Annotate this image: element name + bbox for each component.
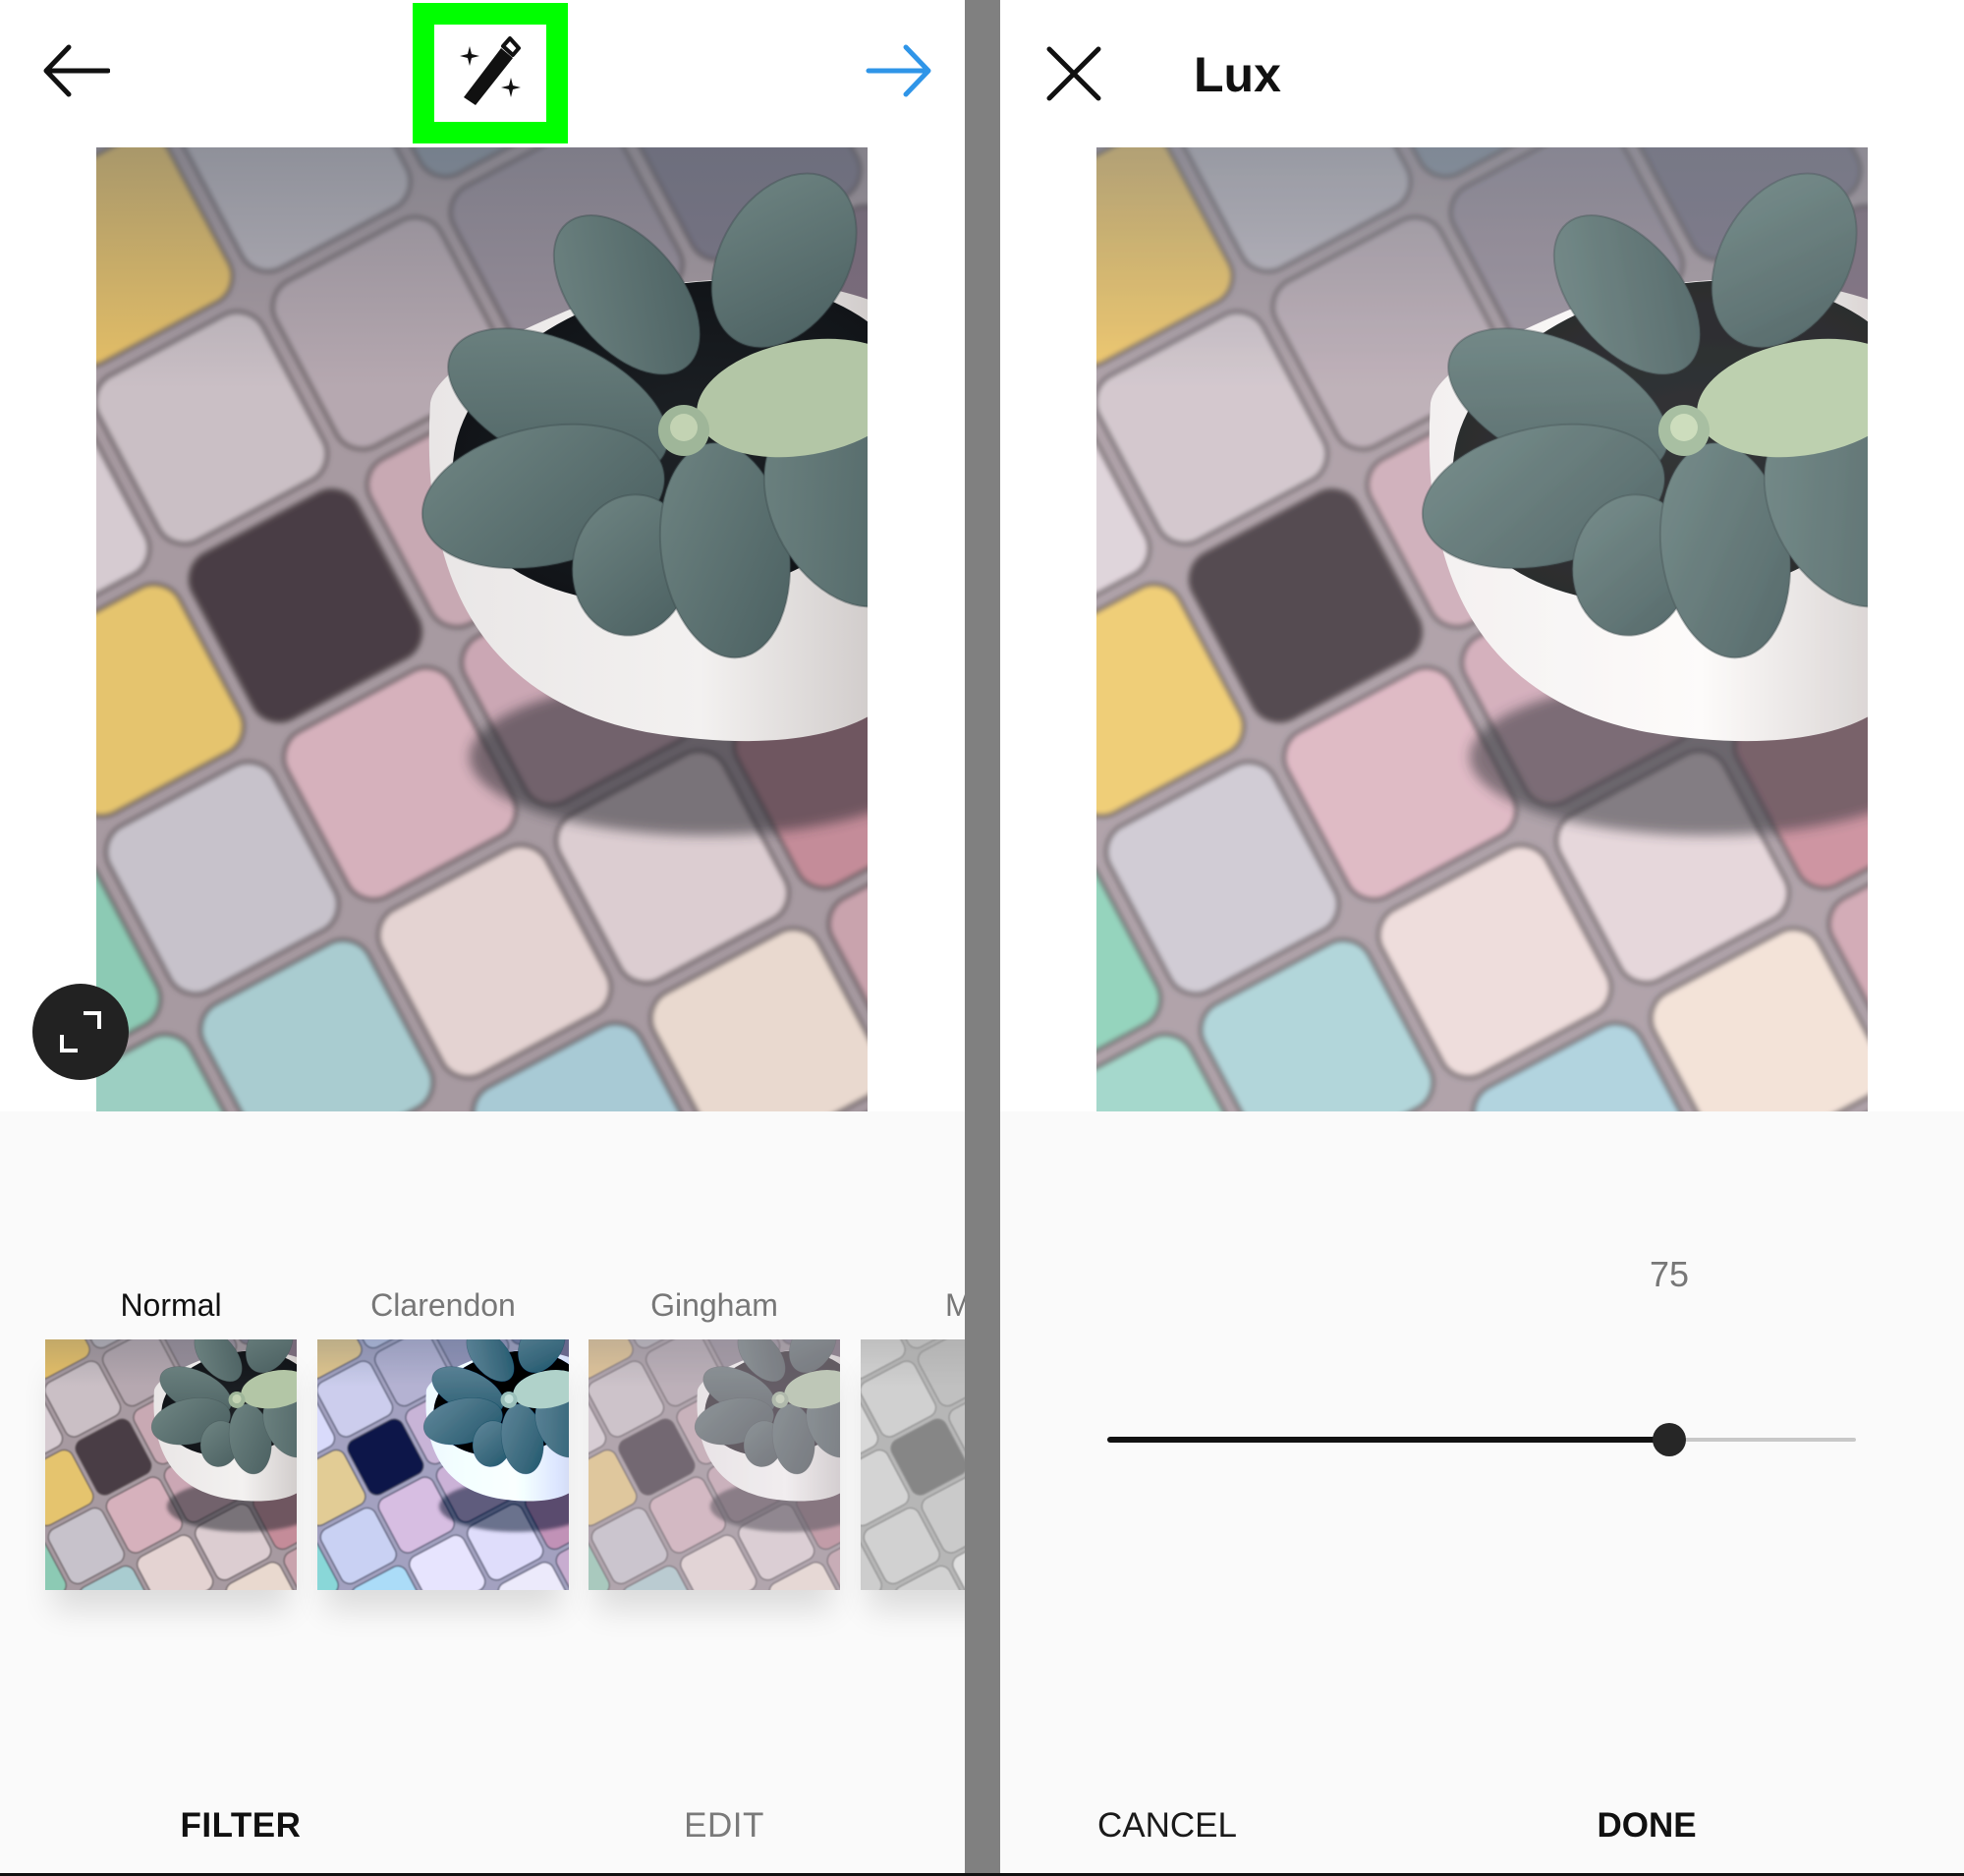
filter-thumbnail-partial[interactable] [861, 1339, 965, 1590]
filter-strength-slider[interactable] [1107, 1415, 1856, 1464]
expand-button[interactable] [32, 984, 129, 1080]
expand-icon [60, 1011, 101, 1052]
next-arrow-icon[interactable] [865, 39, 935, 102]
filter-title: Lux [1194, 47, 1281, 102]
filter-label-clarendon[interactable]: Clarendon [317, 1287, 569, 1324]
done-button[interactable]: DONE [1519, 1806, 1774, 1846]
magic-wand-highlight-box [413, 3, 568, 143]
filter-label-normal[interactable]: Normal [45, 1287, 297, 1324]
filter-thumbnail-clarendon[interactable] [317, 1339, 569, 1590]
tab-edit[interactable]: EDIT [577, 1806, 871, 1846]
filter-label-partial[interactable]: M [861, 1287, 965, 1324]
back-arrow-icon[interactable] [39, 39, 111, 102]
cancel-button[interactable]: CANCEL [1039, 1806, 1295, 1846]
slider-thumb[interactable] [1653, 1423, 1686, 1456]
photo-image [1096, 147, 1868, 1111]
filter-thumbnail-gingham[interactable] [589, 1339, 840, 1590]
filter-strength-screen: Lux 75 CANCEL DONE [1000, 0, 1964, 1874]
tab-filter[interactable]: FILTER [93, 1806, 388, 1846]
photo-image [96, 147, 868, 1111]
slider-value: 75 [1649, 1254, 1690, 1294]
photo-preview [1096, 147, 1868, 1111]
slider-fill [1107, 1437, 1669, 1443]
photo-preview [96, 147, 868, 1111]
magic-wand-icon[interactable] [454, 34, 527, 113]
close-icon[interactable] [1044, 44, 1103, 103]
filter-thumbnail-normal[interactable] [45, 1339, 297, 1590]
panel-divider [965, 0, 1000, 1874]
filter-label-gingham[interactable]: Gingham [589, 1287, 840, 1324]
filter-screen: Normal Clarendon Gingham M FILTER EDIT [0, 0, 965, 1874]
